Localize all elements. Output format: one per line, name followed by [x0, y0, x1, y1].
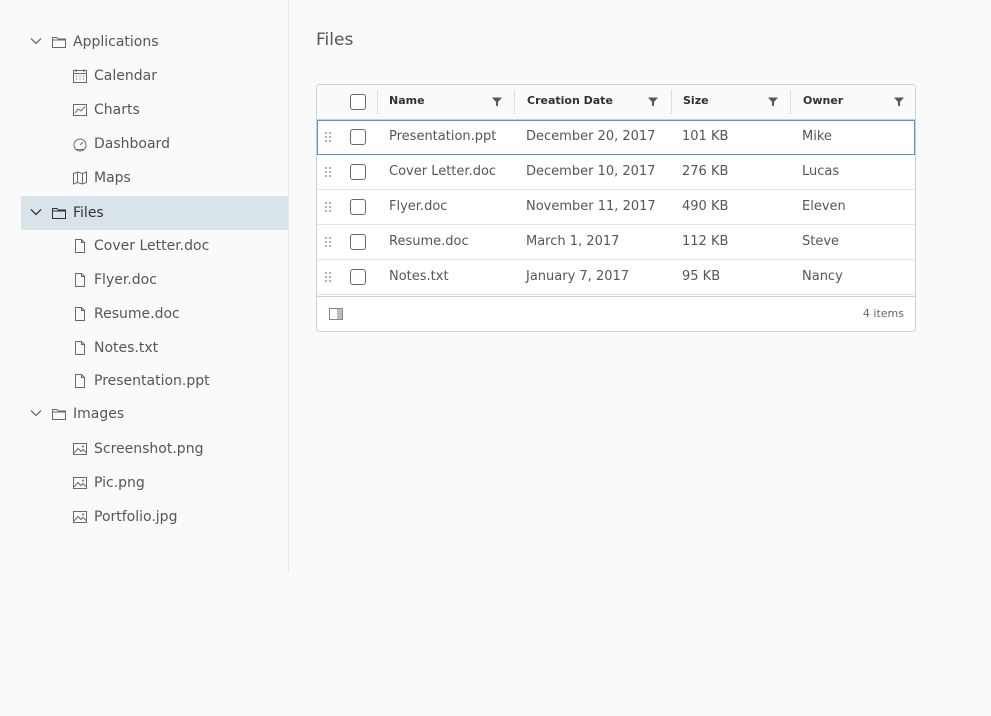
- file-icon: [75, 341, 85, 355]
- sidebar-tree: Applications Calendar Charts Dashboard M…: [0, 0, 289, 572]
- filter-icon[interactable]: [767, 96, 779, 108]
- tree-node-label: Files: [73, 205, 104, 221]
- chevron-down-icon[interactable]: [30, 35, 42, 47]
- cell-size: 112 KB: [682, 234, 729, 249]
- tree-node-label: Pic.png: [94, 475, 145, 491]
- cell-size: 101 KB: [682, 129, 729, 144]
- tree-node-maps[interactable]: Maps: [21, 161, 288, 195]
- cell-date: December 20, 2017: [526, 129, 656, 144]
- cell-owner: Steve: [802, 234, 840, 249]
- tree-node-label: Presentation.ppt: [94, 373, 210, 389]
- cell-owner: Lucas: [802, 164, 840, 179]
- cell-date: January 7, 2017: [526, 269, 630, 284]
- tree-node-applications[interactable]: Applications: [21, 25, 288, 59]
- tree-node-charts[interactable]: Charts: [21, 93, 288, 127]
- cell-name: Flyer.doc: [389, 199, 448, 214]
- row-checkbox[interactable]: [350, 234, 366, 250]
- row-checkbox[interactable]: [350, 164, 366, 180]
- filter-icon[interactable]: [491, 96, 503, 108]
- folder-icon: [52, 37, 66, 48]
- column-header-owner[interactable]: Owner: [803, 85, 843, 119]
- filter-icon[interactable]: [647, 96, 659, 108]
- tree-node-notes[interactable]: Notes.txt: [21, 331, 288, 365]
- cell-owner: Nancy: [802, 269, 843, 284]
- column-header-creation-date[interactable]: Creation Date: [527, 85, 613, 119]
- cell-name: Notes.txt: [389, 269, 449, 284]
- calendar-icon: [73, 69, 87, 83]
- column-toggle-icon[interactable]: [329, 308, 343, 320]
- page-title: Files: [316, 30, 354, 50]
- tree-node-cover-letter[interactable]: Cover Letter.doc: [21, 229, 288, 263]
- cell-date: March 1, 2017: [526, 234, 620, 249]
- datagrid-header: Name Creation Date Size Owner: [317, 85, 915, 120]
- datagrid-footer: 4 items: [317, 296, 915, 332]
- tree-node-label: Charts: [94, 102, 140, 118]
- table-row[interactable]: Cover Letter.doc December 10, 2017 276 K…: [317, 155, 915, 190]
- folder-icon: [52, 208, 66, 219]
- tree-node-label: Images: [73, 406, 125, 422]
- drag-handle-icon[interactable]: [325, 167, 331, 177]
- tree-node-label: Calendar: [94, 68, 157, 84]
- column-header-size[interactable]: Size: [683, 85, 709, 119]
- filter-icon[interactable]: [893, 96, 905, 108]
- tree-node-label: Flyer.doc: [94, 272, 157, 288]
- cell-name: Presentation.ppt: [389, 129, 497, 144]
- tree-node-files[interactable]: Files: [21, 196, 288, 230]
- cell-name: Resume.doc: [389, 234, 469, 249]
- select-all-checkbox[interactable]: [350, 94, 366, 110]
- tree-node-calendar[interactable]: Calendar: [21, 59, 288, 93]
- cell-date: December 10, 2017: [526, 164, 656, 179]
- dashboard-icon: [73, 138, 87, 152]
- file-icon: [75, 239, 85, 253]
- tree-node-resume[interactable]: Resume.doc: [21, 297, 288, 331]
- tree-node-label: Notes.txt: [94, 340, 159, 356]
- tree-node-label: Screenshot.png: [94, 441, 204, 457]
- item-count: 4 items: [862, 307, 904, 320]
- drag-handle-icon[interactable]: [325, 132, 331, 142]
- tree-node-images[interactable]: Images: [21, 397, 288, 431]
- tree-node-label: Resume.doc: [94, 306, 180, 322]
- tree-node-label: Cover Letter.doc: [94, 238, 210, 254]
- tree-node-label: Portfolio.jpg: [94, 509, 178, 525]
- tree-node-pic[interactable]: Pic.png: [21, 466, 288, 500]
- map-icon: [73, 171, 87, 185]
- cell-date: November 11, 2017: [526, 199, 656, 214]
- folder-icon: [52, 409, 66, 420]
- files-datagrid: Name Creation Date Size Owner Presentati…: [316, 84, 916, 332]
- tree-node-label: Maps: [94, 170, 131, 186]
- cell-owner: Mike: [802, 129, 832, 144]
- image-icon: [73, 511, 87, 523]
- tree-node-label: Dashboard: [94, 136, 170, 152]
- cell-name: Cover Letter.doc: [389, 164, 497, 179]
- table-row[interactable]: Flyer.doc November 11, 2017 490 KB Eleve…: [317, 190, 915, 225]
- row-checkbox[interactable]: [350, 129, 366, 145]
- tree-node-dashboard[interactable]: Dashboard: [21, 127, 288, 161]
- chevron-down-icon[interactable]: [30, 206, 42, 218]
- tree-node-flyer[interactable]: Flyer.doc: [21, 263, 288, 297]
- chevron-down-icon[interactable]: [30, 407, 42, 419]
- drag-handle-icon[interactable]: [325, 237, 331, 247]
- tree-node-portfolio[interactable]: Portfolio.jpg: [21, 500, 288, 534]
- drag-handle-icon[interactable]: [325, 272, 331, 282]
- table-row[interactable]: Resume.doc March 1, 2017 112 KB Steve: [317, 225, 915, 260]
- table-row[interactable]: Presentation.ppt December 20, 2017 101 K…: [317, 120, 915, 155]
- tree-node-screenshot[interactable]: Screenshot.png: [21, 432, 288, 466]
- tree-node-label: Applications: [73, 34, 159, 50]
- cell-owner: Eleven: [802, 199, 846, 214]
- cell-size: 490 KB: [682, 199, 729, 214]
- line-chart-icon: [73, 104, 87, 116]
- column-header-name[interactable]: Name: [389, 85, 425, 119]
- row-checkbox[interactable]: [350, 199, 366, 215]
- cell-size: 95 KB: [682, 269, 721, 284]
- row-checkbox[interactable]: [350, 269, 366, 285]
- image-icon: [73, 443, 87, 455]
- table-row[interactable]: Notes.txt January 7, 2017 95 KB Nancy: [317, 260, 915, 295]
- cell-size: 276 KB: [682, 164, 729, 179]
- file-icon: [75, 307, 85, 321]
- file-icon: [75, 273, 85, 287]
- drag-handle-icon[interactable]: [325, 202, 331, 212]
- tree-node-presentation[interactable]: Presentation.ppt: [21, 364, 288, 398]
- file-icon: [75, 374, 85, 388]
- image-icon: [73, 477, 87, 489]
